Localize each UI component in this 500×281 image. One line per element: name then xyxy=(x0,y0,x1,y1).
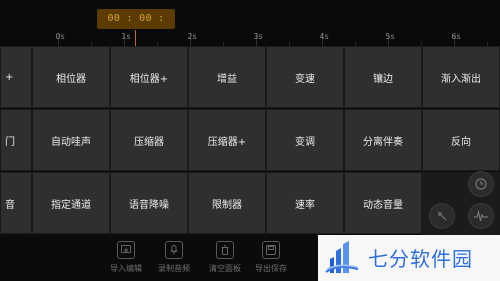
playhead-marker[interactable] xyxy=(135,30,136,46)
ruler-label-0: 0s xyxy=(55,32,65,41)
knob-panel xyxy=(422,171,500,236)
ruler-label-3: 3s xyxy=(253,32,263,41)
clear-panel-label: 清空面板 xyxy=(209,264,241,273)
ruler-label-6: 6s xyxy=(451,32,461,41)
effect-button[interactable]: 镶边 xyxy=(344,46,422,108)
watermark-logo-icon xyxy=(325,241,359,273)
effect-button[interactable]: 门 xyxy=(0,109,32,171)
effect-button[interactable]: 压缩器+ xyxy=(188,109,266,171)
effect-button[interactable]: 渐入渐出 xyxy=(422,46,500,108)
export-save-button[interactable]: 导出保存 xyxy=(251,239,291,279)
clear-panel-button[interactable]: 清空面板 xyxy=(205,239,245,279)
effect-button[interactable]: 变速 xyxy=(266,46,344,108)
effect-button[interactable]: 压缩器 xyxy=(110,109,188,171)
import-edit-label: 导入编辑 xyxy=(110,264,142,273)
effect-button[interactable]: 增益 xyxy=(188,46,266,108)
record-audio-label: 录制音频 xyxy=(158,264,190,273)
effect-button[interactable]: 自动哇声 xyxy=(32,109,110,171)
clock-knob-icon[interactable] xyxy=(468,171,494,197)
effect-button[interactable]: 反向 xyxy=(422,109,500,171)
effect-button[interactable]: 动态音量 xyxy=(344,172,422,234)
export-save-label: 导出保存 xyxy=(255,264,287,273)
wave-knob-icon[interactable] xyxy=(468,203,494,229)
time-ruler[interactable]: 0s 1s 2s 3s 4s 5s 6s xyxy=(0,32,500,46)
effect-button[interactable]: 指定通道 xyxy=(32,172,110,234)
import-edit-button[interactable]: 导入编辑 xyxy=(106,239,146,279)
effect-button[interactable]: 相位器+ xyxy=(110,46,188,108)
watermark-banner: 七分软件园 xyxy=(318,235,500,281)
effects-grid: + 相位器 相位器+ 增益 变速 镶边 渐入渐出 门 自动哇声 压缩器 压缩器+… xyxy=(0,46,500,236)
effect-button[interactable]: 相位器 xyxy=(32,46,110,108)
effect-button[interactable]: + xyxy=(0,46,32,108)
record-audio-button[interactable]: 录制音频 xyxy=(154,239,194,279)
timecode-display: 00 : 00 : 01.167 xyxy=(97,9,175,44)
effect-button[interactable]: 限制器 xyxy=(188,172,266,234)
effect-button[interactable]: 速率 xyxy=(266,172,344,234)
watermark-text: 七分软件园 xyxy=(368,247,473,271)
mic-icon xyxy=(165,241,183,259)
effect-button[interactable]: 语音降噪 xyxy=(110,172,188,234)
effect-button[interactable]: 变调 xyxy=(266,109,344,171)
trash-icon xyxy=(216,241,234,259)
ruler-label-1: 1s xyxy=(121,32,131,41)
ruler-label-4: 4s xyxy=(319,32,329,41)
ruler-label-2: 2s xyxy=(187,32,197,41)
timeline-header: 00 : 00 : 01.167 xyxy=(0,0,500,44)
ruler-label-5: 5s xyxy=(385,32,395,41)
import-icon xyxy=(117,241,135,259)
mute-knob-icon[interactable] xyxy=(429,203,455,229)
effect-button[interactable]: 分离伴奏 xyxy=(344,109,422,171)
effect-button[interactable]: 音 xyxy=(0,172,32,234)
save-icon xyxy=(262,241,280,259)
